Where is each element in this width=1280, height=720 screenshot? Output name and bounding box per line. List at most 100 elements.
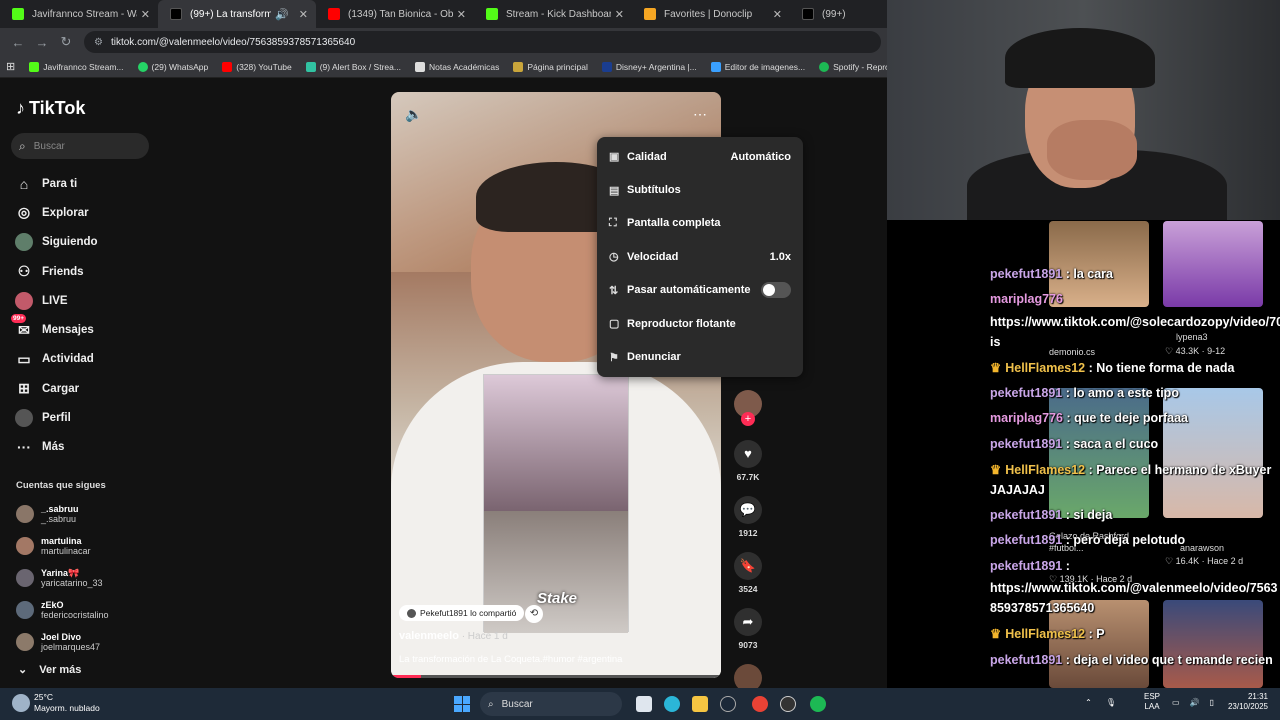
forward-icon[interactable]: →: [30, 35, 54, 50]
bookmark-editor[interactable]: Editor de imagenes...: [710, 61, 805, 72]
bookmark-javifrannco[interactable]: Javifrannco Stream...: [29, 61, 124, 72]
volume-icon[interactable]: 🔊: [1190, 698, 1200, 707]
menu-item-reproductor-flotante[interactable]: ▢ Reproductor flotante: [597, 307, 803, 340]
following-item[interactable]: Joel Divo joelmarques47: [16, 626, 109, 658]
tab-close-icon[interactable]: ✕: [141, 8, 150, 21]
spotify-icon[interactable]: [810, 696, 826, 712]
nav-cargar[interactable]: ⊞ Cargar: [14, 374, 98, 403]
menu-item-velocidad[interactable]: ◷ Velocidad 1.0x: [597, 240, 803, 273]
menu-item-subtitulos[interactable]: ▤ Subtítulos: [597, 173, 803, 206]
nav-para-ti[interactable]: ⌂ Para ti: [14, 169, 98, 198]
bookmark-pagina-principal[interactable]: Página principal: [513, 61, 588, 72]
nav-mas[interactable]: ··· Más: [14, 433, 98, 462]
chrome-icon[interactable]: [752, 696, 768, 712]
search-placeholder: Buscar: [33, 140, 65, 152]
tab-youtube[interactable]: (1349) Tan Bionica - Obsesiona ✕: [316, 0, 474, 28]
heart-icon[interactable]: ♥: [734, 440, 762, 468]
weather-widget[interactable]: 25°C Mayorm. nublado: [12, 692, 100, 714]
comment-icon[interactable]: 💬: [734, 496, 762, 524]
site-info-icon[interactable]: ⚙: [94, 37, 103, 48]
steam-icon[interactable]: [720, 696, 736, 712]
tab-label: (99+) La transformación de: [190, 8, 272, 20]
tab-tiktok-2[interactable]: (99+) Happy I: [790, 0, 857, 28]
nav-live[interactable]: LIVE: [14, 286, 98, 315]
nav-friends[interactable]: ⚇ Friends: [14, 257, 98, 286]
related-thumb-2[interactable]: [1163, 221, 1263, 307]
nav-siguiendo[interactable]: Siguiendo: [14, 228, 98, 257]
tray-chevron-icon[interactable]: ⌃: [1085, 698, 1092, 707]
autoscroll-icon: ⇅: [609, 284, 619, 297]
autoscroll-toggle[interactable]: [761, 282, 791, 299]
nav-explorar[interactable]: ◎ Explorar: [14, 198, 98, 227]
url-input[interactable]: ⚙ tiktok.com/@valenmeelo/video/756385937…: [84, 31, 881, 53]
tab-close-icon[interactable]: ✕: [457, 8, 466, 21]
tab-close-icon[interactable]: ✕: [773, 8, 782, 21]
tab-close-icon[interactable]: ✕: [299, 8, 308, 21]
network-icon[interactable]: ▭: [1172, 698, 1180, 707]
menu-item-denunciar[interactable]: ⚑ Denunciar: [597, 340, 803, 373]
following-item[interactable]: martulina martulinacar: [16, 530, 109, 562]
related-thumb-1[interactable]: [1049, 221, 1149, 307]
battery-icon[interactable]: ▯: [1210, 698, 1214, 707]
following-item[interactable]: zEkO federicocristalino: [16, 594, 109, 626]
repost-icon[interactable]: ⟲: [525, 605, 543, 623]
tab-close-icon[interactable]: ✕: [615, 8, 624, 21]
tiktok-logo[interactable]: ♪ TikTok: [16, 98, 85, 119]
following-item[interactable]: Yarina🎀 yaricatarino_33: [16, 562, 109, 594]
nav-actividad[interactable]: ▭ Actividad: [14, 345, 98, 374]
apps-icon[interactable]: ⊞: [6, 60, 15, 73]
more-options-icon[interactable]: ⋯: [693, 106, 707, 123]
following-user: _.sabruu: [41, 514, 77, 524]
chat-user: pekefut1891: [990, 386, 1063, 400]
bookmark-alertbox[interactable]: (9) Alert Box / Strea...: [305, 61, 401, 72]
creator-avatar[interactable]: +: [734, 390, 762, 426]
bookmark-whatsapp[interactable]: (29) WhatsApp: [137, 61, 208, 72]
language-indicator[interactable]: ESP LAA: [1144, 692, 1160, 712]
bookmark-disney[interactable]: Disney+ Argentina |...: [601, 61, 697, 72]
start-icon[interactable]: [454, 696, 470, 712]
menu-item-pasar-automaticamente[interactable]: ⇅ Pasar automáticamente: [597, 274, 803, 307]
following-user: martulinacar: [41, 546, 91, 556]
bookmark-notas[interactable]: Notas Académicas: [414, 61, 499, 72]
share-icon[interactable]: ➦: [734, 608, 762, 636]
menu-item-calidad[interactable]: ▣ Calidad Automático: [597, 140, 803, 173]
file-explorer-icon[interactable]: [692, 696, 708, 712]
tab-javifrannco[interactable]: Javifrannco Stream - Watch Live ✕: [0, 0, 158, 28]
see-more-button[interactable]: ⌄ Ver más: [18, 663, 81, 676]
menu-item-pantalla-completa[interactable]: ⛶ Pantalla completa: [597, 207, 803, 240]
following-item[interactable]: _.sabruu _.sabruu: [16, 498, 109, 530]
back-icon[interactable]: ←: [6, 35, 30, 50]
chat-sep: :: [1062, 267, 1074, 281]
save-action[interactable]: 🔖 3524: [733, 552, 763, 594]
chevron-down-icon: ⌄: [18, 664, 28, 676]
nav-perfil[interactable]: Perfil: [14, 403, 98, 432]
shared-badge[interactable]: Pekefut1891 lo compartió: [399, 605, 525, 621]
comment-action[interactable]: 💬 1912: [733, 496, 763, 538]
nav-mensajes[interactable]: ✉ 99+ Mensajes: [11, 314, 98, 344]
mic-icon[interactable]: 🎙: [1106, 698, 1116, 707]
reload-icon[interactable]: ↻: [54, 34, 78, 50]
tiktok-favicon-icon: [802, 8, 814, 20]
mute-tab-icon[interactable]: 🔊: [275, 8, 289, 21]
search-input[interactable]: ⌕ Buscar: [11, 133, 149, 159]
clock[interactable]: 21:31 23/10/2025: [1228, 692, 1268, 712]
video-author[interactable]: valenmeelo · Hace 1 d: [399, 630, 508, 642]
follow-plus-icon[interactable]: +: [741, 412, 755, 426]
obs-icon[interactable]: [780, 696, 796, 712]
share-action[interactable]: ➦ 9073: [733, 608, 763, 650]
tab-tiktok[interactable]: (99+) La transformación de🔊 ✕: [158, 0, 316, 28]
spotify-icon: [819, 61, 830, 72]
bookmark-icon[interactable]: 🔖: [734, 552, 762, 580]
bookmark-youtube[interactable]: (328) YouTube: [222, 61, 292, 72]
task-view-icon[interactable]: [636, 696, 652, 712]
tab-donoclip[interactable]: Favorites | Donoclip ✕: [632, 0, 790, 28]
volume-icon[interactable]: 🔈: [405, 106, 422, 123]
tab-kick-dashboard[interactable]: Stream - Kick Dashboard ✕: [474, 0, 632, 28]
menu-label: Velocidad: [627, 250, 679, 263]
taskbar-search[interactable]: ⌕ Buscar: [480, 692, 622, 716]
upload-icon: ⊞: [18, 380, 30, 397]
edge-icon[interactable]: [664, 696, 680, 712]
chat-user: pekefut1891: [990, 508, 1063, 522]
like-action[interactable]: ♥ 67.7K: [733, 440, 763, 482]
video-progress-bar[interactable]: [391, 675, 721, 678]
